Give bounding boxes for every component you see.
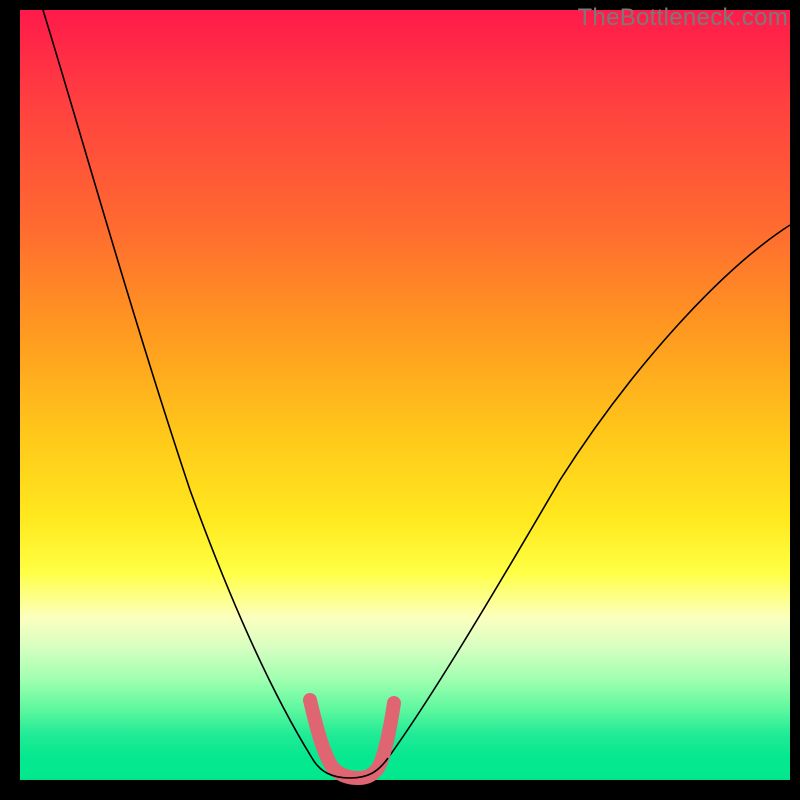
chart-stage: TheBottleneck.com	[0, 0, 800, 800]
curve-layer	[20, 10, 790, 780]
curve-left-black	[43, 10, 312, 758]
watermark-text: TheBottleneck.com	[577, 4, 788, 32]
plot-area	[20, 10, 790, 780]
curve-right-black	[388, 225, 790, 758]
